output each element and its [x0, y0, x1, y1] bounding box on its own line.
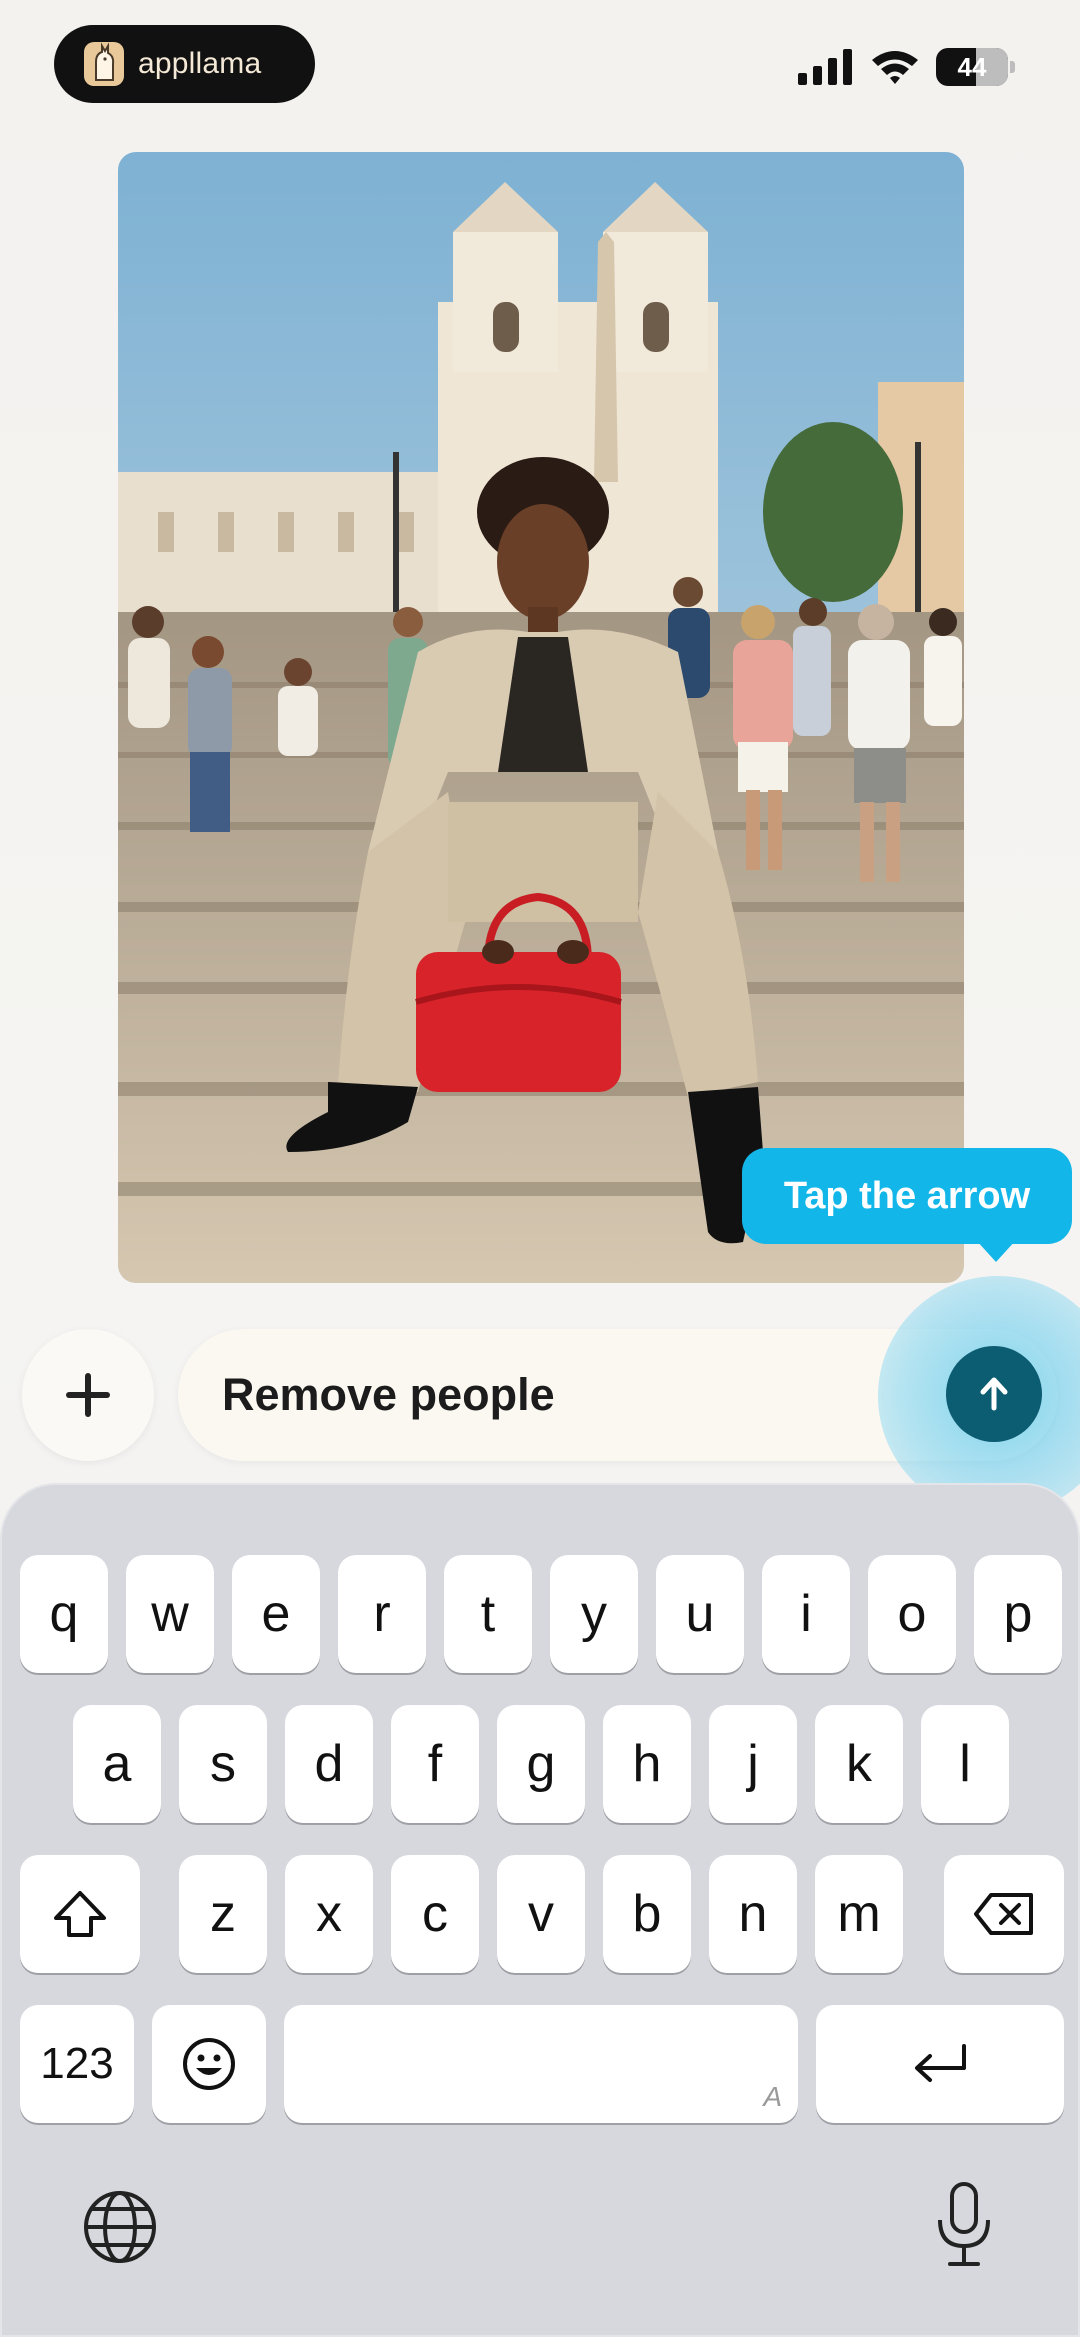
wifi-icon	[872, 51, 918, 84]
key-k[interactable]: k	[815, 1705, 903, 1823]
globe-icon[interactable]	[78, 2185, 162, 2269]
key-a[interactable]: a	[73, 1705, 161, 1823]
send-button[interactable]	[946, 1346, 1042, 1442]
microphone-icon[interactable]	[922, 2175, 1006, 2275]
key-n[interactable]: n	[709, 1855, 797, 1973]
key-e[interactable]: e	[232, 1555, 320, 1673]
emoji-key[interactable]	[152, 2005, 266, 2123]
arrow-up-icon	[980, 1377, 1008, 1411]
llama-logo-icon	[84, 42, 124, 86]
tooltip-pointer	[976, 1240, 1016, 1262]
tap-arrow-tooltip: Tap the arrow	[742, 1148, 1072, 1244]
battery-level: 44	[957, 51, 987, 82]
key-x[interactable]: x	[285, 1855, 373, 1973]
key-r[interactable]: r	[338, 1555, 426, 1673]
generated-photo[interactable]	[118, 152, 964, 1283]
key-q[interactable]: q	[20, 1555, 108, 1673]
key-f[interactable]: f	[391, 1705, 479, 1823]
return-icon	[915, 2044, 966, 2082]
prompt-input-value: Remove people	[222, 1369, 555, 1420]
numbers-key[interactable]: 123	[20, 2005, 134, 2123]
key-j[interactable]: j	[709, 1705, 797, 1823]
key-l[interactable]: l	[921, 1705, 1009, 1823]
space-key[interactable]: A	[284, 2005, 798, 2123]
return-key[interactable]	[816, 2005, 1064, 2123]
key-t[interactable]: t	[444, 1555, 532, 1673]
screen: appllama 44 Tap the arrow Remove people …	[0, 0, 1080, 2337]
key-s[interactable]: s	[179, 1705, 267, 1823]
space-key-hint: A	[763, 2081, 782, 2112]
key-m[interactable]: m	[815, 1855, 903, 1973]
status-icons: 44	[798, 48, 1015, 86]
app-name: appllama	[138, 47, 262, 80]
key-b[interactable]: b	[603, 1855, 691, 1973]
battery-icon: 44	[936, 48, 1015, 86]
key-o[interactable]: o	[868, 1555, 956, 1673]
app-brand-badge[interactable]: appllama	[54, 25, 315, 103]
plus-icon	[66, 1373, 110, 1417]
emoji-icon	[183, 2038, 235, 2090]
key-g[interactable]: g	[497, 1705, 585, 1823]
key-d[interactable]: d	[285, 1705, 373, 1823]
key-p[interactable]: p	[974, 1555, 1062, 1673]
key-c[interactable]: c	[391, 1855, 479, 1973]
backspace-icon	[974, 1893, 1033, 1935]
shift-key[interactable]	[20, 1855, 140, 1973]
key-h[interactable]: h	[603, 1705, 691, 1823]
shift-icon	[54, 1891, 106, 1937]
key-w[interactable]: w	[126, 1555, 214, 1673]
key-z[interactable]: z	[179, 1855, 267, 1973]
key-u[interactable]: u	[656, 1555, 744, 1673]
backspace-key[interactable]	[944, 1855, 1064, 1973]
on-screen-keyboard: q w e r t y u i o p a s d f g h j k l z …	[0, 1483, 1080, 2337]
key-i[interactable]: i	[762, 1555, 850, 1673]
key-y[interactable]: y	[550, 1555, 638, 1673]
key-v[interactable]: v	[497, 1855, 585, 1973]
add-attachment-button[interactable]	[22, 1329, 154, 1461]
signal-icon	[798, 49, 852, 85]
